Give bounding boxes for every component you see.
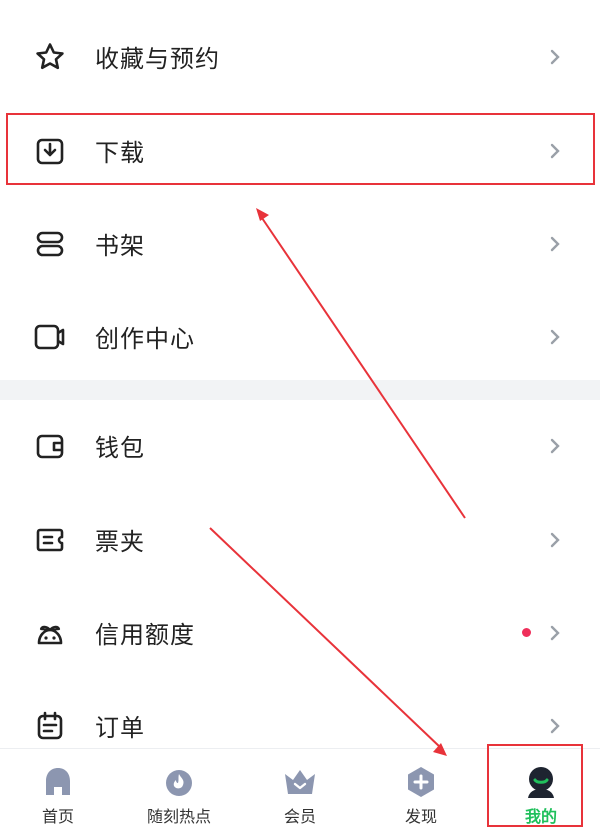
tab-label: 随刻热点 bbox=[146, 807, 211, 826]
notification-dot bbox=[522, 628, 531, 637]
chevron-right-icon bbox=[548, 234, 562, 254]
chevron-right-icon bbox=[548, 327, 562, 347]
menu-item-bookshelf[interactable]: 书架 bbox=[0, 197, 600, 290]
bottom-tab-bar: 首页 随刻热点 会员 发现 我的 bbox=[0, 748, 600, 829]
menu-item-label: 信用额度 bbox=[95, 621, 195, 649]
discover-icon bbox=[401, 763, 441, 801]
menu-item-credit-limit[interactable]: 信用额度 bbox=[0, 586, 600, 679]
bookshelf-icon bbox=[32, 226, 68, 262]
tab-label: 首页 bbox=[41, 807, 74, 826]
tab-label: 会员 bbox=[283, 807, 316, 826]
menu-item-creator-center[interactable]: 创作中心 bbox=[0, 290, 600, 383]
menu-item-label: 书架 bbox=[95, 232, 145, 260]
chevron-right-icon bbox=[548, 623, 562, 643]
menu-item-label: 钱包 bbox=[95, 434, 145, 462]
star-icon bbox=[32, 39, 68, 75]
creator-icon bbox=[32, 319, 68, 355]
menu-item-label: 订单 bbox=[95, 714, 145, 742]
chevron-right-icon bbox=[548, 530, 562, 550]
menu-item-label: 票夹 bbox=[95, 528, 145, 556]
chevron-right-icon bbox=[548, 47, 562, 67]
tab-hot[interactable]: 随刻热点 bbox=[124, 749, 234, 829]
tab-discover[interactable]: 发现 bbox=[366, 749, 476, 829]
section-divider bbox=[0, 380, 600, 400]
tab-profile[interactable]: 我的 bbox=[486, 749, 596, 829]
credit-icon bbox=[32, 615, 68, 651]
hot-icon bbox=[159, 763, 199, 801]
home-icon bbox=[38, 763, 78, 801]
chevron-right-icon bbox=[548, 716, 562, 736]
wallet-icon bbox=[32, 428, 68, 464]
tab-home[interactable]: 首页 bbox=[3, 749, 113, 829]
menu-item-wallet[interactable]: 钱包 bbox=[0, 399, 600, 492]
tab-label: 发现 bbox=[404, 807, 437, 826]
menu-item-download[interactable]: 下载 bbox=[0, 104, 600, 197]
menu-item-label: 收藏与预约 bbox=[95, 45, 220, 73]
tab-label: 我的 bbox=[524, 807, 557, 826]
chevron-right-icon bbox=[548, 141, 562, 161]
tab-vip[interactable]: 会员 bbox=[245, 749, 355, 829]
ticket-icon bbox=[32, 522, 68, 558]
vip-crown-icon bbox=[280, 763, 320, 801]
order-icon bbox=[32, 708, 68, 744]
menu-item-label: 下载 bbox=[95, 139, 145, 167]
menu-item-label: 创作中心 bbox=[95, 325, 195, 353]
download-icon bbox=[32, 133, 68, 169]
menu-item-favorites[interactable]: 收藏与预约 bbox=[0, 10, 600, 103]
profile-icon bbox=[521, 763, 561, 801]
chevron-right-icon bbox=[548, 436, 562, 456]
menu-item-ticket-holder[interactable]: 票夹 bbox=[0, 493, 600, 586]
